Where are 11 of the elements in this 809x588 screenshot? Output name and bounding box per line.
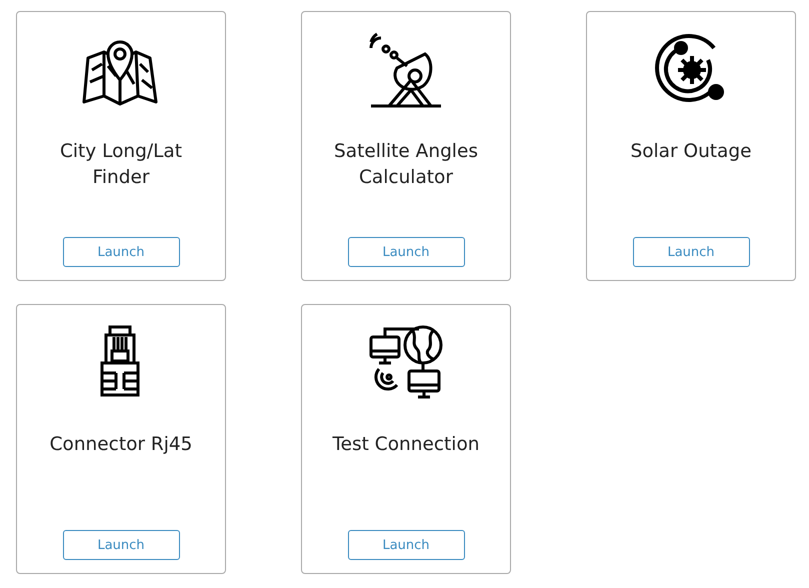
tool-title: Solar Outage <box>630 140 752 164</box>
launch-button[interactable]: Launch <box>632 237 750 267</box>
launch-button[interactable]: Launch <box>62 237 180 267</box>
tool-title: Satellite Angles Calculator <box>333 140 479 190</box>
launch-button[interactable]: Launch <box>348 237 464 267</box>
network-devices-icon <box>367 323 445 401</box>
tool-title: City Long/Lat Finder <box>58 140 184 190</box>
tool-title: Connector Rj45 <box>50 433 192 457</box>
tool-title: Test Connection <box>332 433 480 457</box>
launch-button[interactable]: Launch <box>62 530 180 560</box>
launch-button[interactable]: Launch <box>348 530 464 560</box>
